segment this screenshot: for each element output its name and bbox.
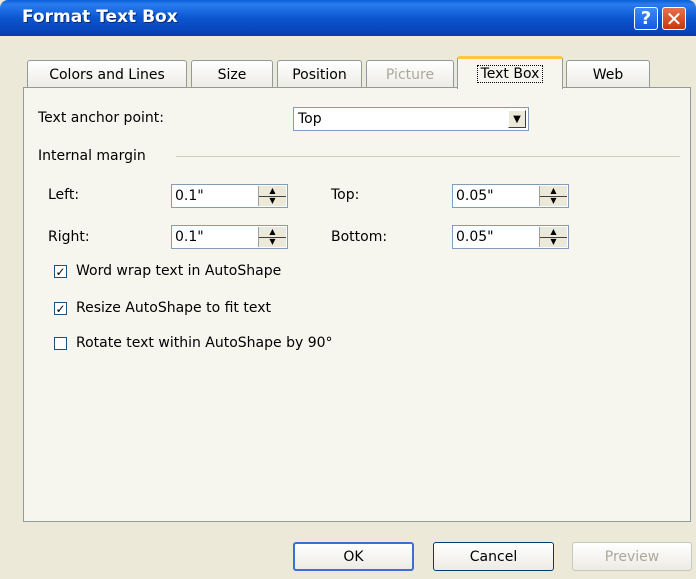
- ok-button[interactable]: OK: [293, 542, 414, 571]
- top-margin-label: Top:: [331, 187, 360, 203]
- right-margin-spin-buttons[interactable]: ▲ ▼: [258, 227, 286, 247]
- spin-down-icon[interactable]: ▼: [540, 196, 567, 206]
- text-anchor-point-label: Text anchor point:: [38, 110, 164, 126]
- spin-down-icon[interactable]: ▼: [259, 237, 286, 247]
- left-margin-spin-buttons[interactable]: ▲ ▼: [258, 186, 286, 206]
- help-icon: ?: [640, 8, 652, 29]
- left-margin-spinner[interactable]: 0.1" ▲ ▼: [171, 184, 288, 208]
- bottom-margin-spinner[interactable]: 0.05" ▲ ▼: [452, 225, 569, 249]
- text-anchor-point-select[interactable]: Top ▼: [293, 107, 529, 131]
- left-margin-label: Left:: [48, 187, 80, 203]
- spin-down-icon[interactable]: ▼: [540, 237, 567, 247]
- rotate-text-checkbox[interactable]: [54, 337, 67, 350]
- internal-margin-heading: Internal margin: [38, 148, 146, 164]
- word-wrap-label[interactable]: Word wrap text in AutoShape: [76, 263, 281, 279]
- tab-picture: Picture: [366, 60, 454, 88]
- right-margin-spinner[interactable]: 0.1" ▲ ▼: [171, 225, 288, 249]
- tab-position[interactable]: Position: [277, 60, 362, 88]
- checkmark-icon: ✓: [55, 264, 66, 279]
- top-margin-spin-buttons[interactable]: ▲ ▼: [539, 186, 567, 206]
- left-margin-value[interactable]: 0.1": [175, 188, 204, 204]
- right-margin-label: Right:: [48, 229, 90, 245]
- resize-autoshape-checkbox[interactable]: ✓: [54, 302, 67, 315]
- resize-autoshape-label[interactable]: Resize AutoShape to fit text: [76, 300, 271, 316]
- top-margin-spinner[interactable]: 0.05" ▲ ▼: [452, 184, 569, 208]
- close-button[interactable]: ✕: [662, 6, 686, 31]
- dialog-title: Format Text Box: [22, 7, 178, 27]
- right-margin-value[interactable]: 0.1": [175, 229, 204, 245]
- close-icon: ✕: [665, 6, 683, 31]
- checkmark-icon: ✓: [55, 301, 66, 316]
- word-wrap-checkbox[interactable]: ✓: [54, 265, 67, 278]
- tab-web[interactable]: Web: [566, 60, 650, 88]
- rotate-text-label[interactable]: Rotate text within AutoShape by 90°: [76, 335, 333, 351]
- help-button[interactable]: ?: [634, 7, 658, 30]
- bottom-margin-spin-buttons[interactable]: ▲ ▼: [539, 227, 567, 247]
- top-margin-value[interactable]: 0.05": [456, 188, 494, 204]
- cancel-button[interactable]: Cancel: [433, 542, 554, 571]
- tab-text-box[interactable]: Text Box: [457, 56, 563, 89]
- tab-size[interactable]: Size: [191, 60, 273, 88]
- internal-margin-divider: [176, 156, 680, 157]
- spin-down-icon[interactable]: ▼: [259, 196, 286, 206]
- preview-button: Preview: [572, 542, 692, 571]
- tab-colors-and-lines[interactable]: Colors and Lines: [27, 60, 187, 88]
- bottom-margin-label: Bottom:: [331, 229, 388, 245]
- format-text-box-dialog: Format Text Box ? ✕ Colors and Lines Siz…: [0, 0, 696, 579]
- bottom-margin-value[interactable]: 0.05": [456, 229, 494, 245]
- text-anchor-point-value: Top: [298, 111, 322, 127]
- dropdown-arrow-icon[interactable]: ▼: [508, 110, 526, 128]
- title-bar[interactable]: Format Text Box ? ✕: [0, 0, 696, 36]
